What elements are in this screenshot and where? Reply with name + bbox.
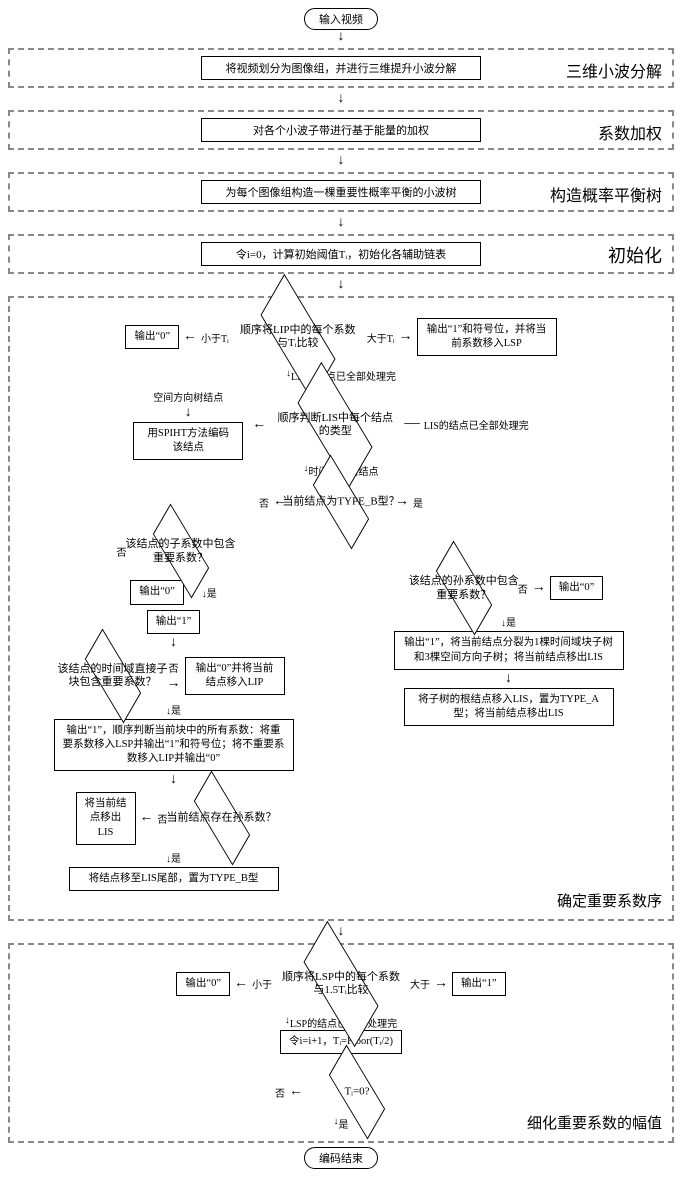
split-tree: 输出“1”，将当前结点分裂为1棵时间域块子树和3棵空间方向子树；将当前结点移出L…: [394, 631, 624, 669]
label-gt: 大于: [410, 976, 430, 991]
out0-child: 输出“0”: [130, 580, 184, 604]
arrow: ↓: [8, 278, 674, 292]
stage-2-label: 系数加权: [598, 120, 662, 144]
diamond-lis: 顺序判断LIS中每个结点的类型: [270, 397, 400, 453]
stage-4-box: 令i=0，计算初始阈值Tᵢ，初始化各辅助链表: [201, 242, 481, 266]
spiht-box: 用SPIHT方法编码该结点: [133, 422, 243, 460]
out0-refine: 输出“0”: [176, 972, 230, 996]
stage-3: 构造概率平衡树 为每个图像组构造一棵重要性概率平衡的小波树: [8, 172, 674, 212]
diamond-T0: Tᵢ=0?: [307, 1071, 407, 1113]
stage-2: 系数加权 对各个小波子带进行基于能量的加权: [8, 110, 674, 150]
stage-4: 初始化 令i=0，计算初始阈值Tᵢ，初始化各辅助链表: [8, 234, 674, 274]
diamond-child-sig: 该结点的子系数中包含重要系数？: [131, 530, 231, 572]
move-out-lis: 将当前结点移出LIS: [76, 792, 136, 845]
end-terminal: 编码结束: [304, 1147, 378, 1169]
diamond-subblock: 该结点的时间域直接子块包含重要系数？: [63, 655, 163, 697]
arrow: ↓: [8, 92, 674, 106]
arrow: ↓: [8, 154, 674, 168]
lip-done: ↓ LIP的结点已全部处理完: [16, 368, 666, 383]
arrow-down: ↓: [8, 30, 674, 44]
diamond-lsp: 顺序将LSP中的每个系数与1.5Tᵢ比较: [276, 956, 406, 1012]
move-tail: 将结点移至LIS尾部，置为TYPE_B型: [69, 867, 279, 891]
out1-refine: 输出“1”: [452, 972, 506, 996]
diamond-lip: 顺序将LIP中的每个系数与Tᵢ比较: [233, 309, 363, 365]
yes5: 是: [506, 618, 516, 629]
no6: 否: [275, 1085, 285, 1100]
start-terminal: 输入视频: [304, 8, 378, 30]
out1-child: 输出“1”: [147, 610, 201, 634]
no1: 否: [259, 495, 269, 510]
stage-3-label: 构造概率平衡树: [550, 182, 662, 206]
diamond-grandchild-sig: 该结点的孙系数中包含重要系数？: [414, 567, 514, 609]
lis-done: LIS的结点已全部处理完: [424, 417, 554, 432]
update-box: 令i=i+1，Tᵢ=Floor(Tᵢ/2): [280, 1030, 402, 1054]
label-spatial: 空间方向树结点: [153, 389, 223, 404]
yes1: 是: [413, 495, 423, 510]
out0-lip: 输出“0”: [125, 325, 179, 349]
yes4: 是: [171, 854, 181, 865]
label-lt: 小于: [252, 976, 272, 991]
stage-1-label: 三维小波分解: [566, 58, 662, 82]
arrow: ↓: [8, 925, 674, 939]
stage-1-box: 将视频划分为图像组，并进行三维提升小波分解: [201, 56, 481, 80]
out0-grandchild: 输出“0”: [550, 576, 604, 600]
yes2: 是: [207, 589, 217, 600]
stage-2-box: 对各个小波子带进行基于能量的加权: [201, 118, 481, 142]
yes3: 是: [171, 706, 181, 717]
stage-sig-label: 确定重要系数序: [557, 890, 662, 911]
scan-block: 输出“1”，顺序判断当前块中的所有系数：将重要系数移入LSP并输出“1”和符号位…: [54, 719, 294, 772]
out1-sign-lsp: 输出“1”和符号位，并将当前系数移入LSP: [417, 318, 557, 356]
label-gt-Ti: 大于Tᵢ: [367, 330, 395, 345]
stage-refine: 细化重要系数的幅值 输出“0” ← 小于 顺序将LSP中的每个系数与1.5Tᵢ比…: [8, 943, 674, 1143]
out0-movelip: 输出“0”并将当前结点移入LIP: [185, 657, 285, 695]
stage-refine-label: 细化重要系数的幅值: [527, 1112, 662, 1133]
diamond-typeB: 当前结点为TYPE_B型？: [291, 481, 391, 523]
move-roots: 将子树的根结点移入LIS，置为TYPE_A型；将当前结点移出LIS: [404, 688, 614, 726]
arrow: ↓: [8, 216, 674, 230]
label-lt-Ti: 小于Tᵢ: [201, 330, 229, 345]
diamond-has-grandchild: 当前结点存在孙系数？: [172, 797, 272, 839]
yes6: 是: [339, 1116, 349, 1131]
stage-1: 三维小波分解 将视频划分为图像组，并进行三维提升小波分解: [8, 48, 674, 88]
stage-significance: 确定重要系数序 输出“0” ← 小于Tᵢ 顺序将LIP中的每个系数与Tᵢ比较 大…: [8, 296, 674, 921]
stage-3-box: 为每个图像组构造一棵重要性概率平衡的小波树: [201, 180, 481, 204]
stage-4-label: 初始化: [608, 242, 662, 268]
